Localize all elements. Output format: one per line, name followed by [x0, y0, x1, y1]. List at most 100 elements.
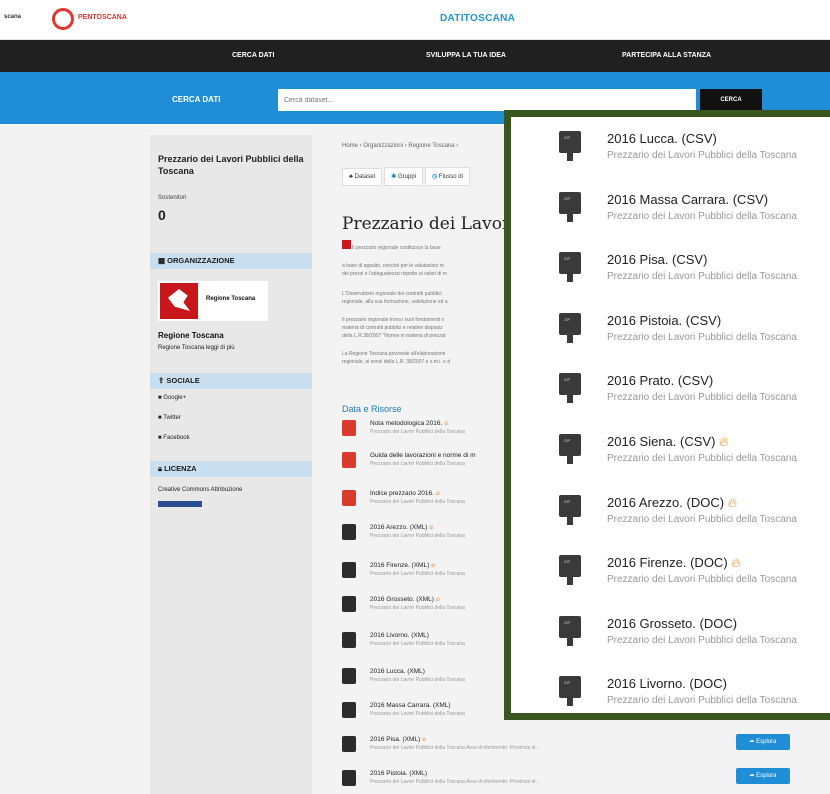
resource-title-text: 2016 Grosseto. (XML) [370, 596, 434, 603]
zoomed-resource-title[interactable]: 2016 Massa Carrara. (CSV) [607, 192, 768, 207]
zip-file-icon [559, 494, 581, 525]
resource-item[interactable]: 2016 Arezzo. (XML) 🔥︎ Prezzario dei Lavor… [342, 524, 512, 550]
popular-flame-icon: 🔥︎ [422, 737, 427, 743]
resource-title[interactable]: 2016 Pisa. (XML) 🔥︎ [370, 736, 426, 744]
nav-cerca-dati[interactable]: CERCA DATI [232, 52, 274, 59]
followers-count: 0 [158, 207, 166, 223]
resource-item[interactable]: 2016 Pisa. (XML) 🔥︎ Prezzario dei Lavori … [342, 736, 540, 762]
resource-title-text: Guida delle lavorazioni e norme di m [370, 452, 476, 459]
zoomed-resource-title-text: 2016 Livorno. (DOC) [607, 676, 727, 692]
zip-file-icon [559, 434, 581, 464]
zoomed-resource-title[interactable]: 2016 Siena. (CSV) 🔥︎ [607, 434, 729, 450]
resource-title[interactable]: 2016 Pistoia. (XML) [370, 770, 427, 777]
zoomed-resource-item[interactable]: 2016 Pistoia. (CSV) Prezzario dei Lavori … [511, 307, 830, 369]
resource-description: Prezzario dei Lavori Pubblici della Tosc… [370, 779, 540, 785]
resource-title[interactable]: Nota metodologica 2016. 🔥︎ [370, 420, 449, 428]
resource-item[interactable]: Guida delle lavorazioni e norme di m Prez… [342, 452, 512, 478]
zoomed-resource-title[interactable]: 2016 Pisa. (CSV) [607, 252, 707, 267]
popular-flame-icon: 🔥︎ [431, 563, 436, 569]
social-facebook-link[interactable]: ■ Facebook [158, 435, 190, 441]
org-logo[interactable]: Regione Toscana [158, 281, 268, 321]
zip-file-icon [559, 131, 581, 161]
zip-file-icon [559, 615, 581, 646]
zoomed-resource-item[interactable]: 2016 Grosseto. (DOC) Prezzario dei Lavori… [511, 610, 830, 672]
resource-title[interactable]: Indice prezzario 2016. 🔥︎ [370, 490, 440, 498]
resource-description: Prezzario dei Lavori Pubblici della Tosc… [370, 499, 465, 505]
popular-flame-icon: 🔥︎ [429, 525, 434, 531]
resource-item[interactable]: 2016 Lucca. (XML) Prezzario dei Lavori Pu… [342, 668, 512, 694]
resource-title[interactable]: 2016 Livorno. (XML) [370, 632, 429, 639]
search-input[interactable] [278, 89, 696, 111]
dataset-org-title: Prezzario dei Lavori Pubblici della Tosc… [158, 154, 304, 176]
zoomed-resource-item[interactable]: 2016 Lucca. (CSV) Prezzario dei Lavori Pu… [511, 125, 830, 187]
zoomed-resource-title[interactable]: 2016 Arezzo. (DOC) 🔥︎ [607, 495, 737, 511]
organization-section-title: ORGANIZZAZIONE [167, 256, 235, 265]
zoomed-resource-description: Prezzario dei Lavori Pubblici della Tosc… [607, 331, 797, 343]
zip-file-icon [559, 191, 581, 222]
resource-title[interactable]: 2016 Firenze. (XML) 🔥︎ [370, 562, 435, 570]
resource-title[interactable]: Guida delle lavorazioni e norme di m [370, 452, 476, 459]
description-line: regionale, ai sensi della L.R. 38/2007 e… [342, 359, 451, 365]
zoomed-resource-item[interactable]: 2016 Firenze. (DOC) 🔥︎ Prezzario dei Lavo… [511, 549, 830, 611]
resource-item[interactable]: Nota metodologica 2016. 🔥︎ Prezzario dei … [342, 420, 512, 446]
popular-flame-icon: 🔥︎ [731, 555, 741, 571]
description-thumbnail [342, 240, 351, 249]
explore-button[interactable]: ➦ Esplora [736, 768, 790, 784]
zoomed-resource-title-text: 2016 Prato. (CSV) [607, 373, 714, 389]
zoomed-resource-title-text: 2016 Siena. (CSV) [607, 434, 716, 449]
resource-description: Prezzario dei Lavori Pubblici della Tosc… [370, 533, 465, 539]
zip-file-icon [559, 373, 581, 404]
nav-partecipa[interactable]: PARTECIPA ALLA STANZA [622, 52, 711, 59]
resource-title[interactable]: 2016 Lucca. (XML) [370, 668, 425, 675]
tab-groups[interactable]: ✱ Gruppi [384, 167, 424, 186]
resource-title[interactable]: 2016 Arezzo. (XML) 🔥︎ [370, 524, 434, 532]
users-icon: ✱ [391, 174, 398, 180]
zoomed-resource-title[interactable]: 2016 Livorno. (DOC) [607, 676, 727, 691]
zoomed-resource-title[interactable]: 2016 Prato. (CSV) [607, 373, 713, 388]
zoomed-resource-item[interactable]: 2016 Siena. (CSV) 🔥︎ Prezzario dei Lavori… [511, 428, 830, 490]
breadcrumb[interactable]: Home › Organizzazioni › Regione Toscana … [342, 143, 458, 149]
zoomed-resource-title[interactable]: 2016 Pistoia. (CSV) [607, 313, 721, 328]
open-data-badge[interactable] [158, 501, 202, 507]
resource-item[interactable]: 2016 Massa Carrara. (XML) Prezzario dei L… [342, 702, 512, 728]
nav-sviluppa[interactable]: SVILUPPA LA TUA IDEA [426, 52, 506, 59]
popular-flame-icon: 🔥︎ [444, 421, 449, 427]
description-line: regionale, alla sua formazione, validazi… [342, 299, 448, 305]
resource-description: Prezzario dei Lavori Pubblici della Tosc… [370, 745, 540, 751]
zoomed-resource-description: Prezzario dei Lavori Pubblici della Tosc… [607, 271, 797, 283]
zoomed-resource-title[interactable]: 2016 Grosseto. (DOC) [607, 616, 737, 631]
resource-title[interactable]: 2016 Massa Carrara. (XML) [370, 702, 451, 709]
zip-file-icon [559, 555, 581, 586]
tab-activity[interactable]: ◷ Flusso di [425, 167, 470, 186]
zoomed-resource-item[interactable]: 2016 Pisa. (CSV) Prezzario dei Lavori Pub… [511, 246, 830, 308]
social-twitter-label: Twitter [163, 415, 181, 421]
search-button[interactable]: CERCA [700, 89, 762, 111]
zip-file-icon [559, 312, 581, 343]
license-section-title: LICENZA [164, 464, 197, 473]
resource-item[interactable]: 2016 Grosseto. (XML) 🔥︎ Prezzario dei Lav… [342, 596, 512, 622]
social-google-link[interactable]: ■ Google+ [158, 395, 186, 401]
organization-section-header: ▦ ORGANIZZAZIONE [150, 253, 312, 269]
opentoscana-logo-text[interactable]: PENTOSCANA [78, 14, 127, 21]
license-text[interactable]: Creative Commons Attribuzione [158, 487, 242, 493]
page-title: Prezzario dei Lavori [342, 214, 516, 234]
resource-item[interactable]: Indice prezzario 2016. 🔥︎ Prezzario dei L… [342, 490, 512, 516]
resource-item[interactable]: 2016 Livorno. (XML) Prezzario dei Lavori … [342, 632, 512, 658]
resource-item[interactable]: 2016 Pistoia. (XML) Prezzario dei Lavori … [342, 770, 540, 794]
opentoscana-logo-icon[interactable] [52, 8, 74, 30]
zip-file-icon [342, 702, 356, 718]
site-title[interactable]: DATITOSCANA [440, 13, 515, 24]
resource-item[interactable]: 2016 Firenze. (XML) 🔥︎ Prezzario dei Lavo… [342, 562, 512, 588]
social-twitter-link[interactable]: ■ Twitter [158, 415, 181, 421]
resource-title[interactable]: 2016 Grosseto. (XML) 🔥︎ [370, 596, 440, 604]
zip-file-icon [342, 562, 356, 578]
org-read-more-link[interactable]: Regione Toscana leggi di più [158, 345, 235, 351]
zoomed-resource-item[interactable]: 2016 Livorno. (DOC) Prezzario dei Lavori … [511, 670, 830, 732]
zoomed-resource-item[interactable]: 2016 Massa Carrara. (CSV) Prezzario dei L… [511, 186, 830, 248]
zoomed-resource-item[interactable]: 2016 Prato. (CSV) Prezzario dei Lavori Pu… [511, 367, 830, 429]
tab-dataset[interactable]: ♣ Dataset [342, 168, 383, 186]
explore-button[interactable]: ➦ Esplora [736, 734, 790, 750]
zoomed-resource-title[interactable]: 2016 Lucca. (CSV) [607, 131, 717, 146]
zoomed-resource-title[interactable]: 2016 Firenze. (DOC) 🔥︎ [607, 555, 741, 571]
zoomed-resource-item[interactable]: 2016 Arezzo. (DOC) 🔥︎ Prezzario dei Lavor… [511, 489, 830, 551]
